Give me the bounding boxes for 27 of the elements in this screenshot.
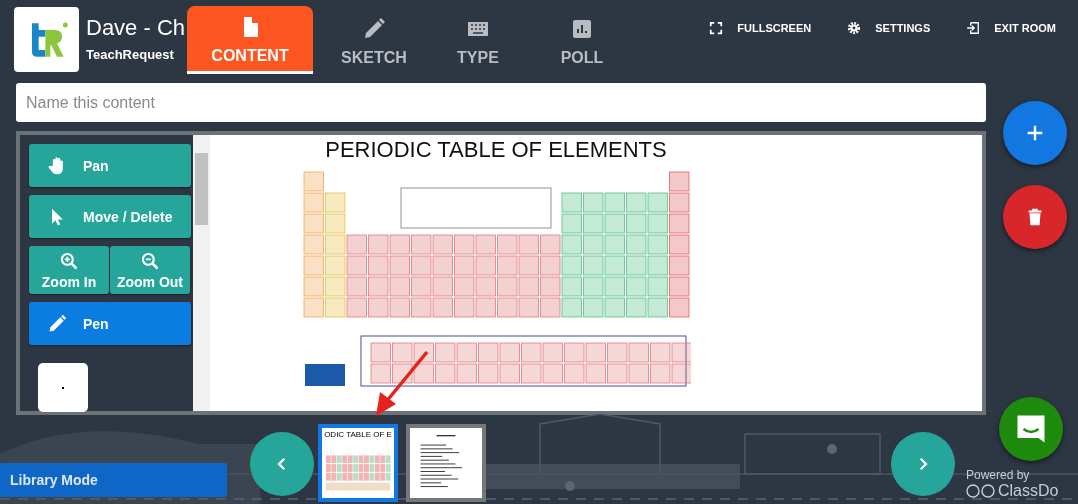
header-action-button[interactable]: EXIT ROOM [966,21,1056,35]
settings-icon [847,21,862,35]
delete-button[interactable] [1003,185,1067,249]
brand-name: ClassDo [998,482,1059,500]
classdo-logo-icon [966,484,996,498]
zoom-in-icon [59,250,79,271]
pencil-icon [47,313,67,334]
add-button[interactable] [1003,101,1067,165]
zoom-out-icon [140,250,160,271]
chat-button[interactable] [999,397,1063,461]
library-mode-button[interactable]: Library Mode [0,463,227,497]
page-thumbnail[interactable] [406,424,486,502]
logo-icon [14,7,79,72]
page-thumbnail[interactable]: ODIC TABLE OF E [318,424,398,502]
mode-tab[interactable]: CONTENT [187,6,313,74]
fullscreen-icon [709,21,724,35]
header-action-button[interactable]: SETTINGS [847,21,931,35]
powered-by-label: Powered by [966,468,1031,482]
exit-icon [966,21,981,35]
pencil-icon [362,16,386,41]
organization-name: TeachRequest [86,47,175,62]
pen-size-swatch[interactable] [38,363,88,412]
content-name-field[interactable]: Name this content [16,83,986,122]
room-title: Dave - Ch [86,15,187,41]
document-title: PERIODIC TABLE OF ELEMENTS [325,137,667,163]
header-action-button[interactable]: FULLSCREEN [709,21,812,35]
tool-button[interactable]: Pen [29,302,191,345]
